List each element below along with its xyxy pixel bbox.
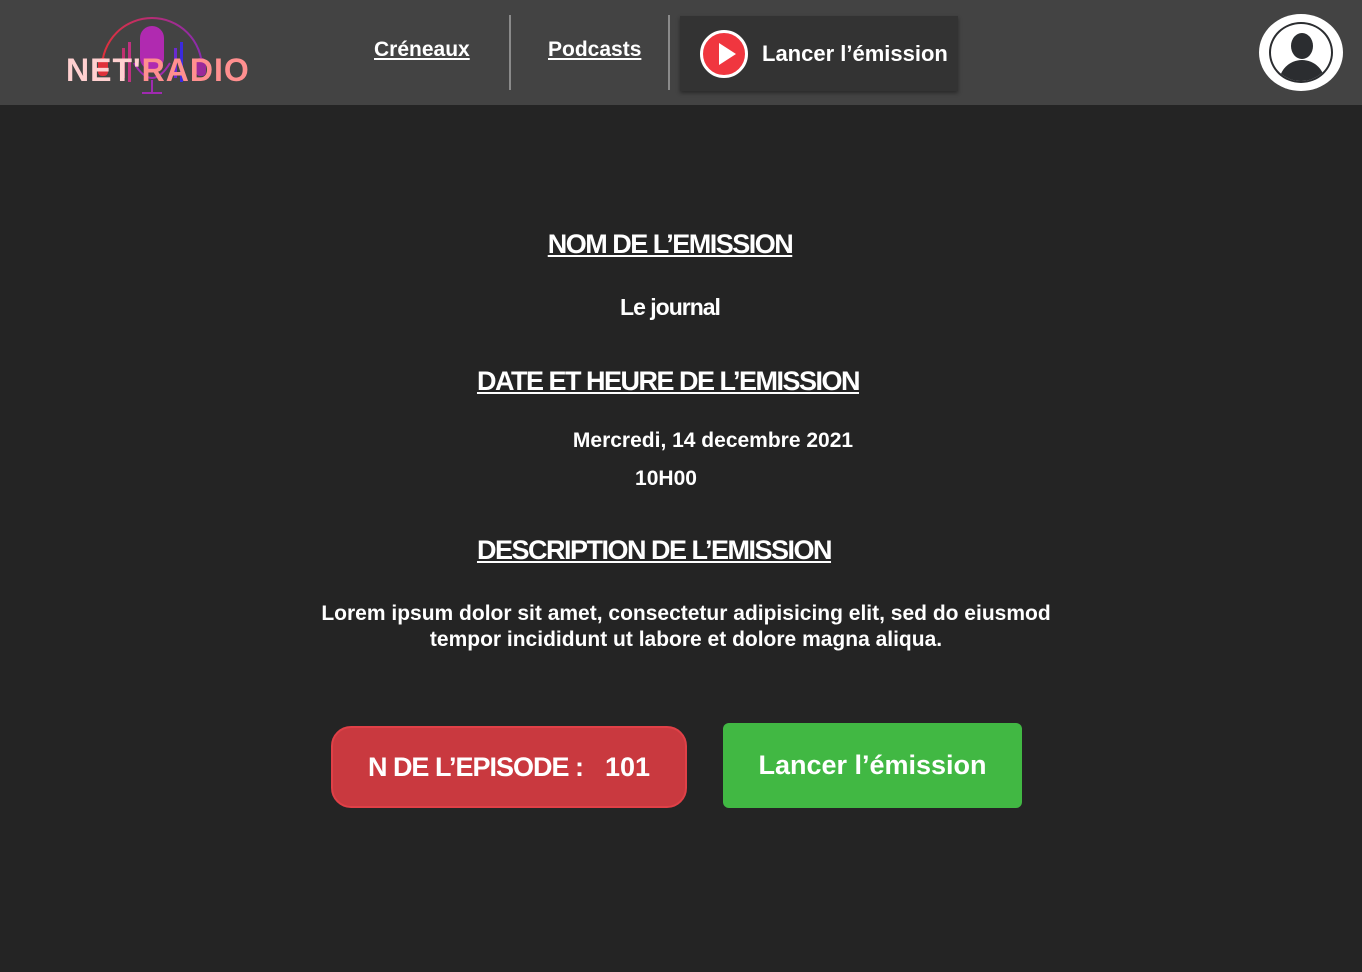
nav-creneaux[interactable]: Créneaux <box>374 38 470 62</box>
logo-text-net: NET' <box>66 52 142 88</box>
header: NET'RADIO Créneaux Podcasts Lancer l’émi… <box>0 0 1362 105</box>
user-avatar-button[interactable] <box>1259 14 1343 91</box>
nav-divider <box>668 15 670 90</box>
netradio-logo[interactable]: NET'RADIO <box>62 8 249 100</box>
header-launch-label: Lancer l’émission <box>762 40 948 66</box>
episode-label: N DE L’EPISODE : <box>367 751 584 782</box>
user-icon <box>1269 22 1333 83</box>
episode-number-badge: N DE L’EPISODE : 101 <box>331 726 687 808</box>
time-value: 10H00 <box>635 467 697 490</box>
date-heading: DATE ET HEURE DE L’EMISSION <box>476 366 861 396</box>
name-heading: NOM DE L’EMISSION <box>547 229 794 259</box>
description-line-2: tempor incididunt ut labore et dolore ma… <box>429 628 943 651</box>
launch-show-button[interactable]: Lancer l’émission <box>723 723 1022 808</box>
date-value: Mercredi, 14 decembre 2021 <box>572 429 854 452</box>
description-line-1: Lorem ipsum dolor sit amet, consectetur … <box>321 602 1051 625</box>
header-launch-button[interactable]: Lancer l’émission <box>680 16 958 91</box>
play-icon <box>700 29 748 78</box>
nav-podcasts[interactable]: Podcasts <box>548 38 641 62</box>
nav-divider <box>509 15 511 90</box>
name-value: Le journal <box>620 294 721 320</box>
logo-text-radio: RADIO <box>141 52 250 88</box>
description-heading: DESCRIPTION DE L’EMISSION <box>476 535 833 565</box>
episode-number: 101 <box>604 751 651 782</box>
